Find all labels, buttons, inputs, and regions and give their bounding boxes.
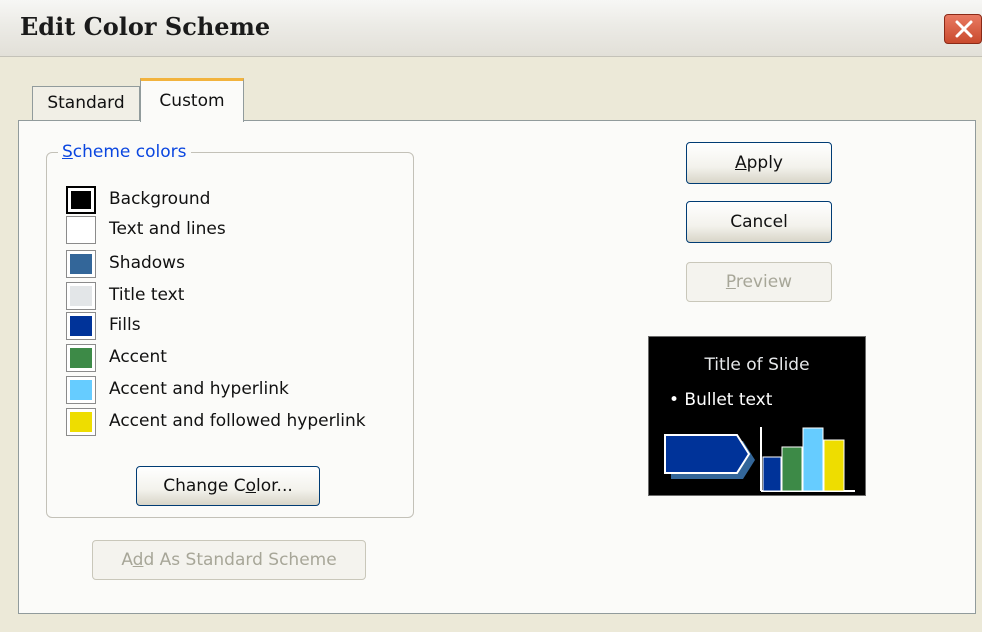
- edit-color-scheme-dialog: Edit Color Scheme Standard Custom Scheme…: [0, 0, 982, 632]
- preview-bar-hyperlink: [802, 427, 824, 492]
- color-label: Shadows: [109, 253, 185, 273]
- dialog-title: Edit Color Scheme: [20, 12, 271, 41]
- color-label: Fills: [109, 315, 141, 335]
- apply-button[interactable]: Apply: [686, 142, 832, 184]
- close-icon: [955, 20, 973, 38]
- cancel-button[interactable]: Cancel: [686, 201, 832, 243]
- color-label: Accent: [109, 347, 167, 367]
- color-swatch[interactable]: [66, 376, 96, 404]
- tab-standard[interactable]: Standard: [32, 86, 140, 120]
- preview-button[interactable]: Preview: [686, 262, 832, 302]
- color-label: Accent and hyperlink: [109, 379, 289, 399]
- scheme-colors-group: [46, 152, 414, 518]
- preview-bar-accent: [781, 446, 803, 492]
- color-swatch[interactable]: [66, 408, 96, 436]
- color-label: Background: [109, 189, 211, 209]
- preview-bar-fills: [762, 456, 782, 492]
- color-label: Text and lines: [109, 219, 226, 239]
- close-button[interactable]: [944, 14, 982, 44]
- tab-custom[interactable]: Custom: [140, 78, 244, 122]
- color-swatch[interactable]: [66, 344, 96, 372]
- color-swatch[interactable]: [66, 282, 96, 310]
- preview-bar-followed: [823, 439, 845, 492]
- change-color-button[interactable]: Change Color...: [136, 466, 320, 506]
- scheme-preview: Title of Slide • Bullet text: [648, 336, 866, 496]
- color-swatch[interactable]: [66, 250, 96, 278]
- color-swatch[interactable]: [66, 312, 96, 340]
- add-as-standard-scheme-button[interactable]: Add As Standard Scheme: [92, 540, 366, 580]
- color-swatch[interactable]: [66, 216, 96, 244]
- title-bar[interactable]: Edit Color Scheme: [0, 0, 982, 57]
- preview-graphics: [664, 427, 855, 492]
- scheme-colors-legend: Scheme colors: [58, 142, 191, 162]
- color-label: Accent and followed hyperlink: [109, 411, 366, 431]
- preview-arrow-shape: [664, 434, 751, 474]
- color-swatch[interactable]: [66, 186, 96, 214]
- color-label: Title text: [109, 285, 185, 305]
